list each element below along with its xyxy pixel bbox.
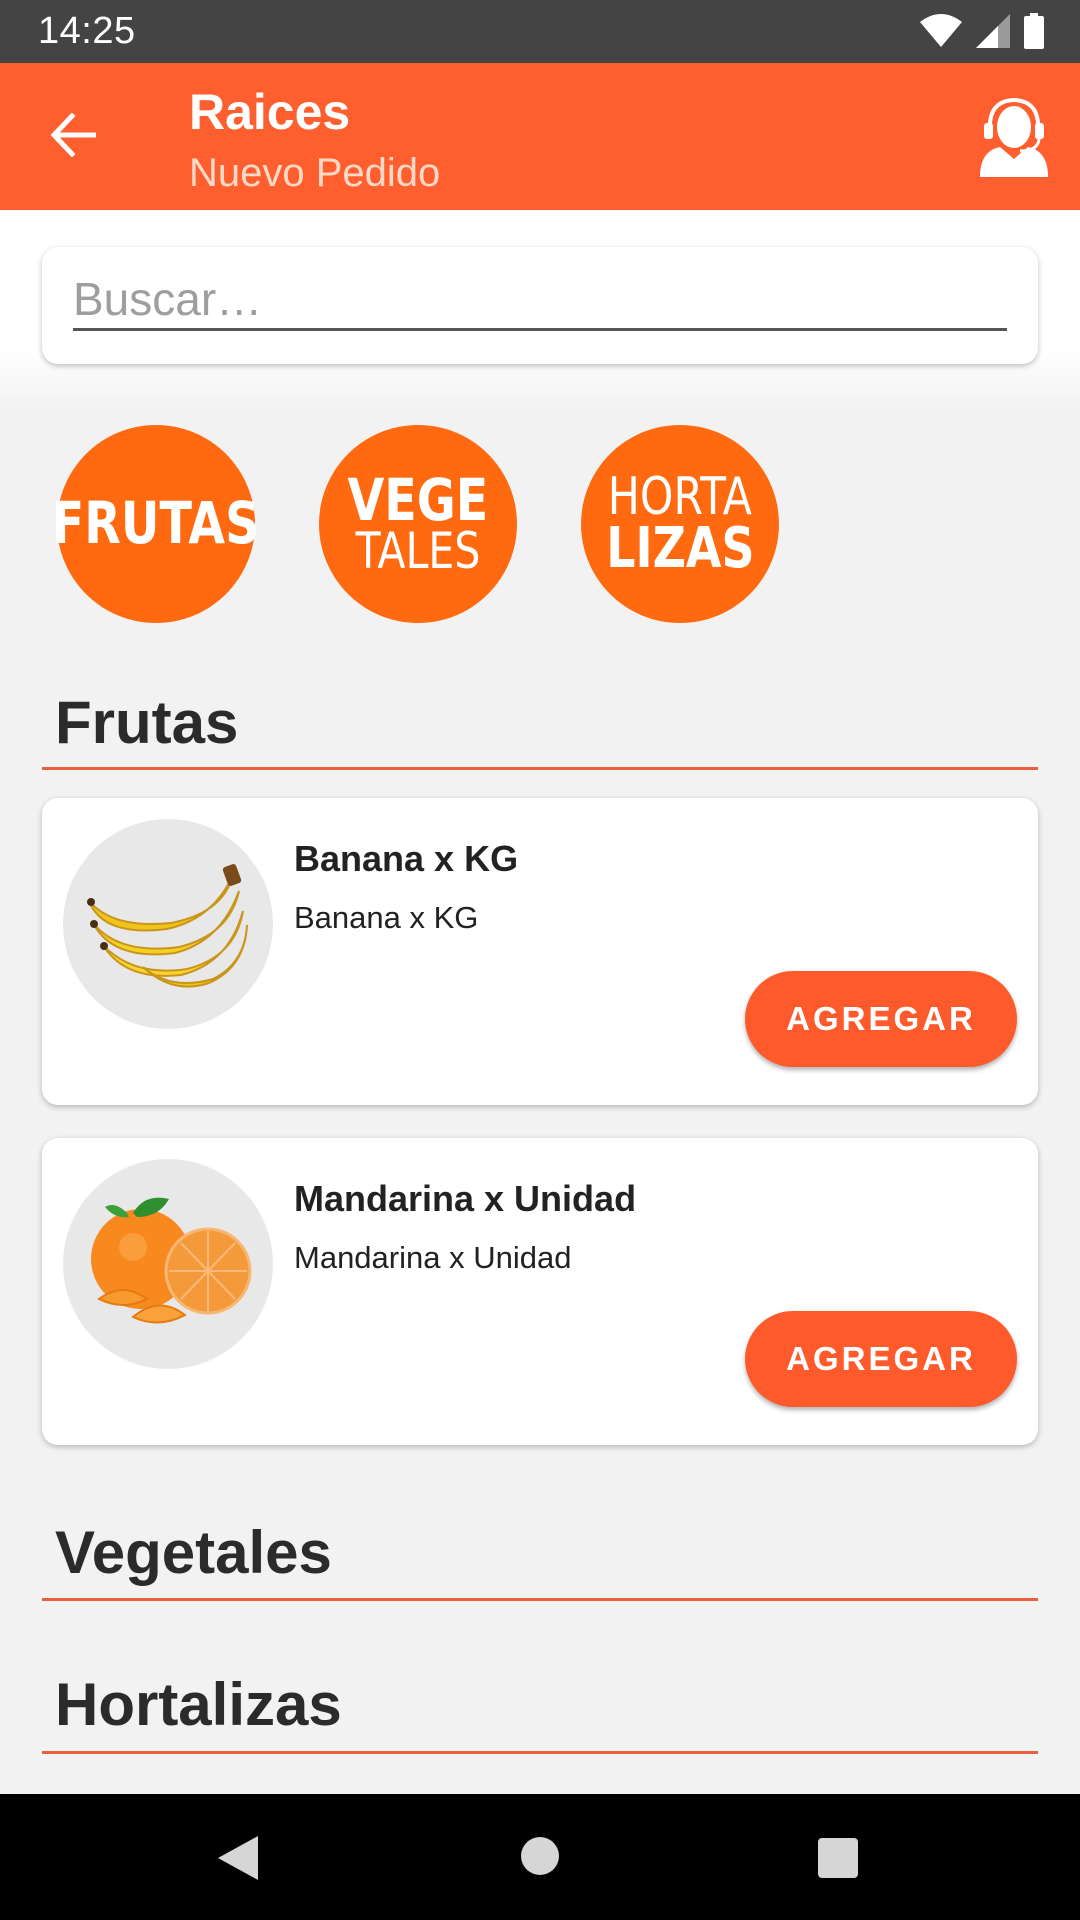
section-divider bbox=[42, 1751, 1038, 1754]
section-divider bbox=[42, 1598, 1038, 1601]
product-card: Banana x KG Banana x KG AGREGAR bbox=[42, 798, 1038, 1105]
category-label-line2: LIZAS bbox=[605, 516, 755, 582]
search-input[interactable] bbox=[73, 269, 1007, 331]
section-divider bbox=[42, 767, 1038, 770]
support-button[interactable] bbox=[976, 97, 1052, 177]
status-bar: 14:25 bbox=[0, 0, 1080, 63]
wifi-icon bbox=[920, 14, 962, 47]
category-label-line2: TALES bbox=[355, 521, 481, 580]
product-description: Banana x KG bbox=[294, 900, 479, 935]
status-icons bbox=[920, 12, 1044, 50]
search-card bbox=[42, 247, 1038, 364]
category-label: FRUTAS bbox=[52, 489, 260, 558]
section-title-vegetales: Vegetales bbox=[55, 1519, 332, 1586]
section-title-hortalizas: Hortalizas bbox=[55, 1671, 342, 1738]
recents-square-icon[interactable] bbox=[818, 1838, 858, 1878]
product-name: Mandarina x Unidad bbox=[294, 1178, 637, 1219]
section-title-frutas: Frutas bbox=[55, 689, 239, 756]
battery-icon bbox=[1024, 13, 1044, 49]
back-button[interactable] bbox=[42, 103, 106, 167]
app-subtitle: Nuevo Pedido bbox=[189, 151, 441, 195]
home-circle-icon[interactable] bbox=[521, 1837, 559, 1875]
product-card: Mandarina x Unidad Mandarina x Unidad AG… bbox=[42, 1138, 1038, 1445]
product-description: Mandarina x Unidad bbox=[294, 1240, 572, 1275]
category-vegetales-button[interactable]: VEGE TALES bbox=[319, 425, 517, 623]
category-label-line1: VEGE bbox=[347, 465, 489, 534]
category-hortalizas-button[interactable]: HORTA LIZAS bbox=[581, 425, 779, 623]
app-title: Raices bbox=[189, 84, 351, 140]
signal-icon bbox=[976, 14, 1010, 48]
system-nav-bar bbox=[0, 1794, 1080, 1920]
product-name: Banana x KG bbox=[294, 838, 519, 879]
category-frutas-button[interactable]: FRUTAS bbox=[52, 425, 260, 623]
banana-image bbox=[63, 819, 273, 1029]
category-label-line1: HORTA bbox=[607, 466, 753, 527]
app-bar: Raices Nuevo Pedido bbox=[0, 63, 1080, 210]
mandarin-image bbox=[63, 1159, 273, 1369]
add-to-order-button[interactable]: AGREGAR bbox=[745, 971, 1017, 1067]
support-agent-icon bbox=[980, 97, 1048, 177]
back-triangle-icon[interactable] bbox=[218, 1836, 258, 1880]
arrow-left-icon bbox=[50, 113, 96, 157]
add-to-order-button[interactable]: AGREGAR bbox=[745, 1311, 1017, 1407]
status-time: 14:25 bbox=[38, 10, 136, 52]
